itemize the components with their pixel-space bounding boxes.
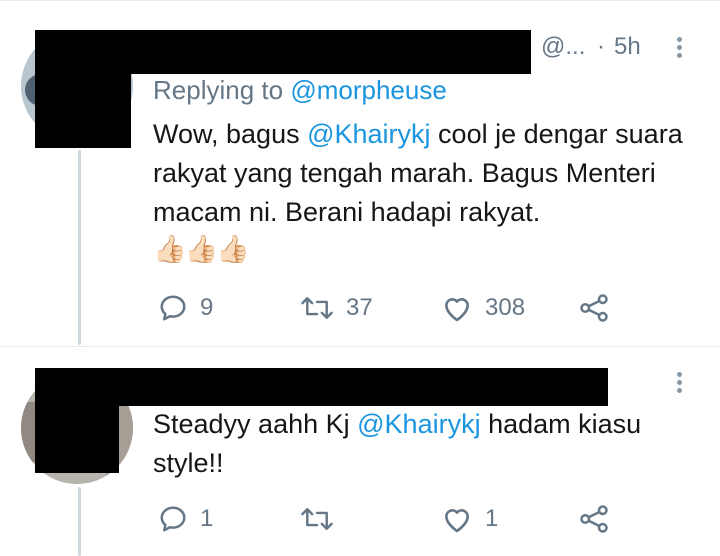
tweet-text: Wow, bagus @Khairykj cool je dengar suar…	[153, 115, 693, 232]
heart-icon	[445, 298, 469, 322]
reply-count: 1	[200, 505, 214, 532]
redacted-avatar-block	[35, 30, 131, 148]
share-icon	[580, 294, 608, 322]
reply-button[interactable]: 1	[158, 504, 213, 534]
thread-line	[78, 487, 81, 556]
retweet-button[interactable]: 37	[300, 293, 373, 323]
like-button[interactable]: 308	[441, 293, 525, 323]
tweet-text-part: Steadyy aahh Kj	[153, 409, 358, 439]
tweet-text-part: Wow, bagus	[153, 119, 308, 149]
redacted-name-bar	[35, 368, 608, 406]
like-count: 1	[485, 505, 499, 532]
share-button[interactable]	[579, 504, 609, 534]
mention-link[interactable]: @Khairykj	[307, 119, 430, 149]
share-icon	[580, 505, 608, 533]
redacted-avatar-block	[35, 368, 119, 473]
mention-link[interactable]: @Khairykj	[357, 409, 480, 439]
separator-dot: ·	[597, 33, 605, 60]
replying-to: Replying to @morpheuse	[153, 75, 447, 106]
like-button[interactable]: 1	[441, 504, 498, 534]
more-options-icon[interactable]	[677, 372, 683, 396]
reply-button[interactable]: 9	[158, 293, 213, 323]
share-button[interactable]	[579, 293, 609, 323]
like-count: 308	[485, 294, 526, 321]
retweet-button[interactable]	[300, 504, 346, 534]
retweet-icon	[301, 297, 333, 319]
thread-line	[78, 150, 81, 345]
reply-icon	[160, 506, 186, 532]
tweet-1[interactable]: @... · 5h Replying to @morpheuse Wow, ba…	[0, 0, 720, 345]
heart-icon	[445, 509, 469, 533]
retweet-count: 37	[346, 294, 373, 321]
user-handle[interactable]: @...	[541, 33, 585, 61]
tweet-text: Steadyy aahh Kj @Khairykj hadam kiasu st…	[153, 405, 693, 483]
retweet-icon	[301, 508, 333, 530]
replying-to-label: Replying to	[153, 75, 291, 105]
tweet-2[interactable]: Steadyy aahh Kj @Khairykj hadam kiasu st…	[0, 347, 720, 556]
timestamp[interactable]: 5h	[614, 33, 641, 61]
reply-icon	[160, 295, 186, 321]
reply-count: 9	[200, 294, 214, 321]
more-options-icon[interactable]	[677, 37, 683, 61]
thumbs-up-emoji: 👍🏻👍🏻👍🏻	[153, 234, 250, 264]
reply-mention-link[interactable]: @morpheuse	[290, 75, 446, 105]
